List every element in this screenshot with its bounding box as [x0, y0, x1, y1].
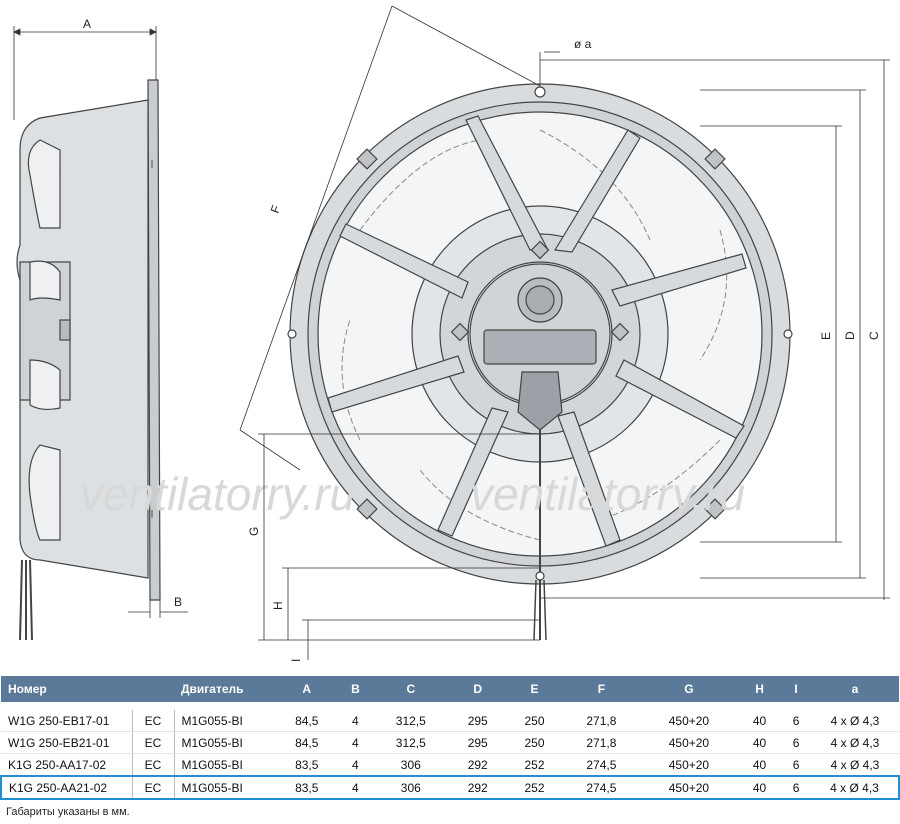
- dimensions-footnote: Габариты указаны в мм.: [6, 806, 130, 818]
- watermark-right: ventilatorry.ru: [470, 468, 745, 520]
- spec-table: Номер Двигатель A B C D E F G H I a W1G …: [0, 676, 900, 800]
- table-row: W1G 250-EB17-01 EC M1G055-BI 84,5 4 312,…: [1, 710, 899, 732]
- cell-i: 6: [781, 753, 811, 777]
- col-header-c: C: [372, 676, 450, 702]
- cell-f: 271,8: [562, 731, 640, 754]
- cell-c: 306: [372, 753, 450, 777]
- cell-f: 274,5: [562, 775, 640, 800]
- cell-b: 4: [338, 775, 373, 800]
- cell-i: 6: [781, 710, 811, 732]
- cell-g: 450+20: [639, 775, 738, 800]
- cell-g: 450+20: [639, 710, 738, 732]
- col-header-hole: a: [811, 676, 899, 702]
- cell-h: 40: [737, 710, 782, 732]
- cell-b: 4: [338, 753, 373, 777]
- cell-h: 40: [737, 731, 782, 754]
- dim-label-h: H: [271, 601, 285, 610]
- col-header-g: G: [639, 676, 738, 702]
- cell-type: EC: [131, 710, 175, 732]
- fan-side-view: [16, 79, 161, 641]
- cell-g: 450+20: [639, 753, 738, 777]
- fan-technical-drawing: A B ventilatorry.ru ventilatorry.ru F ø …: [13, 5, 890, 662]
- cell-b: 4: [338, 710, 373, 732]
- cell-d: 295: [449, 710, 507, 732]
- fan-front-view: [287, 83, 793, 641]
- cell-a: 83,5: [275, 775, 339, 800]
- cell-d: 295: [449, 731, 507, 754]
- cell-d: 292: [449, 753, 507, 777]
- col-header-h: H: [737, 676, 782, 702]
- cell-motor: M1G055-BI: [174, 710, 275, 732]
- dim-label-i: I: [289, 659, 303, 662]
- cell-a: 83,5: [275, 753, 339, 777]
- col-header-motor: Двигатель: [174, 676, 275, 702]
- cell-f: 271,8: [562, 710, 640, 732]
- dim-label-f: F: [268, 203, 284, 215]
- cell-motor: M1G055-BI: [174, 775, 275, 800]
- cell-e: 252: [506, 753, 563, 777]
- table-row: W1G 250-EB21-01 EC M1G055-BI 84,5 4 312,…: [1, 731, 899, 754]
- cell-h: 40: [737, 753, 782, 777]
- col-header-e: E: [506, 676, 563, 702]
- cell-e: 252: [506, 775, 563, 800]
- dim-label-e: E: [819, 332, 833, 340]
- col-header-a: A: [275, 676, 339, 702]
- dim-label-hole: ø a: [574, 37, 592, 51]
- cell-c: 312,5: [372, 710, 450, 732]
- cell-d: 292: [449, 775, 507, 800]
- cell-b: 4: [338, 731, 373, 754]
- cell-c: 306: [372, 775, 450, 800]
- dim-label-d: D: [843, 331, 857, 340]
- dim-label-b: B: [174, 595, 182, 609]
- dim-label-c: C: [867, 331, 881, 340]
- cell-f: 274,5: [562, 753, 640, 777]
- cell-h: 40: [737, 775, 782, 800]
- cell-model: K1G 250-AA17-02: [1, 753, 132, 777]
- col-header-i: I: [781, 676, 811, 702]
- cell-a: 84,5: [275, 731, 339, 754]
- cell-g: 450+20: [639, 731, 738, 754]
- col-header-b: B: [338, 676, 373, 702]
- col-header-d: D: [449, 676, 507, 702]
- table-header-row: Номер Двигатель A B C D E F G H I a: [1, 676, 899, 702]
- dim-label-g: G: [247, 527, 261, 536]
- table-row: K1G 250-AA17-02 EC M1G055-BI 83,5 4 306 …: [1, 753, 899, 777]
- watermark-left: ventilatorry.ru: [80, 468, 355, 520]
- cell-a: 84,5: [275, 710, 339, 732]
- dim-label-a: A: [83, 17, 91, 31]
- cell-e: 250: [506, 731, 563, 754]
- col-header-model: Номер: [1, 676, 132, 702]
- table-row-highlighted: K1G 250-AA21-02 EC M1G055-BI 83,5 4 306 …: [0, 775, 900, 800]
- cell-type: EC: [131, 753, 175, 777]
- cell-motor: M1G055-BI: [174, 731, 275, 754]
- cell-i: 6: [781, 731, 811, 754]
- cell-hole: 4 x Ø 4,3: [811, 731, 899, 754]
- cell-type: EC: [131, 731, 175, 754]
- cell-model: W1G 250-EB17-01: [1, 710, 132, 732]
- cell-i: 6: [781, 775, 811, 800]
- cell-c: 312,5: [372, 731, 450, 754]
- col-header-f: F: [562, 676, 640, 702]
- cell-model: K1G 250-AA21-02: [0, 775, 132, 800]
- cell-hole: 4 x Ø 4,3: [811, 775, 900, 800]
- cell-type: EC: [131, 775, 175, 800]
- cell-motor: M1G055-BI: [174, 753, 275, 777]
- col-header-type: [132, 676, 174, 702]
- cell-hole: 4 x Ø 4,3: [811, 710, 899, 732]
- cell-model: W1G 250-EB21-01: [1, 731, 132, 754]
- cell-hole: 4 x Ø 4,3: [811, 753, 899, 777]
- cell-e: 250: [506, 710, 563, 732]
